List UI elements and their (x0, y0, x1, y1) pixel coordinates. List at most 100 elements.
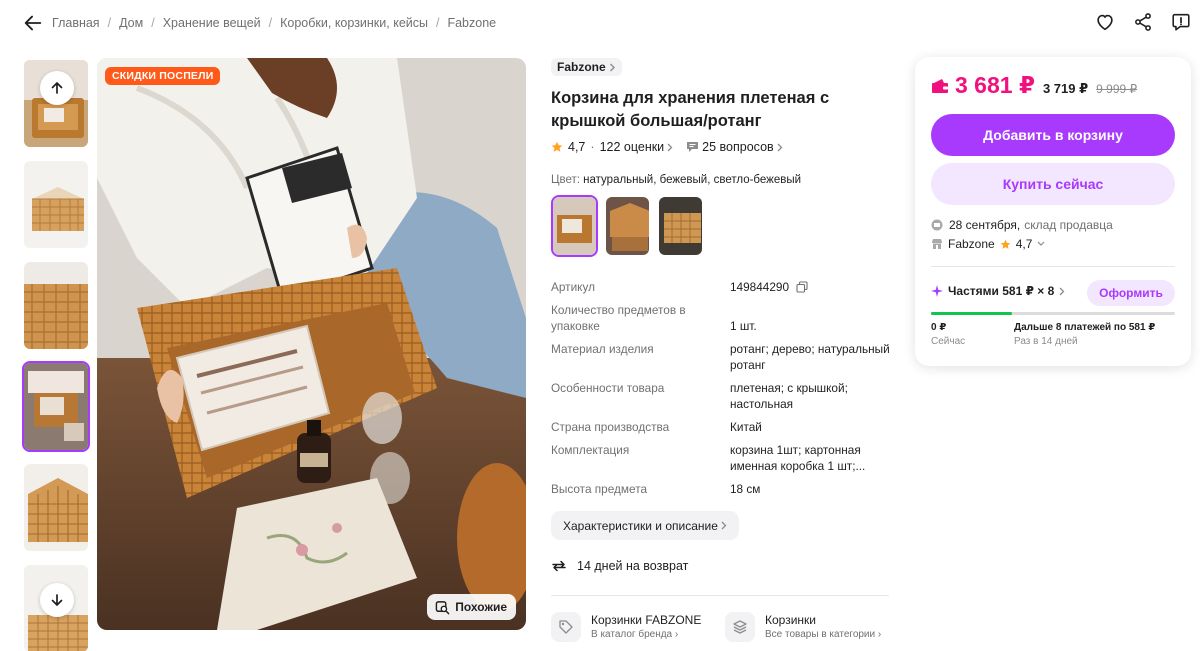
pay-now: 0 ₽ Сейчас (931, 321, 965, 349)
thumbnail-image (24, 161, 88, 248)
delivery-date: 28 сентября, (949, 218, 1021, 232)
spec-name: Количество предметов в упаковке (551, 303, 686, 333)
report-icon[interactable] (1170, 11, 1192, 33)
breadcrumb-storage[interactable]: Хранение вещей (163, 16, 261, 30)
color-swatch-2[interactable] (604, 195, 651, 257)
brand-link[interactable]: Fabzone (551, 58, 622, 76)
breadcrumb-dom[interactable]: Дом (119, 16, 143, 30)
breadcrumb-separator: / (151, 16, 155, 30)
spec-row: Особенности товара плетеная; с крышкой; … (551, 380, 891, 412)
installments-progress-fill (931, 312, 1012, 315)
rating-row: 4,7 · 122 оценки 25 вопросов (551, 140, 891, 154)
thumbnail-5[interactable] (22, 462, 90, 553)
brand-catalog-link[interactable]: Корзинки FABZONE В каталог бренда › (551, 612, 701, 642)
spec-list: Артикул 149844290 Количество предметов в… (551, 279, 891, 504)
rating-separator: · (590, 140, 595, 154)
spec-row: Материал изделия ротанг; дерево; натурал… (551, 341, 891, 373)
spec-name: Высота предмета (551, 482, 648, 496)
color-value: натуральный, бежевый, светло-бежевый (583, 174, 802, 186)
thumbnails-up-button[interactable] (40, 71, 74, 105)
promo-badge: СКИДКИ ПОСПЕЛИ (105, 67, 221, 85)
spec-value: корзина 1шт; картонная именная коробка 1… (730, 443, 866, 473)
spec-value: Китай (730, 420, 762, 434)
return-arrows-icon (552, 560, 566, 572)
buy-box: 3 681 ₽ 3 719 ₽ 9 999 ₽ Добавить в корзи… (915, 57, 1191, 366)
return-policy: 14 дней на возврат (551, 558, 688, 574)
chevron-right-icon (667, 143, 673, 151)
rating-value: 4,7 (568, 140, 586, 154)
warehouse-icon (931, 219, 943, 231)
header-actions (1094, 11, 1192, 33)
brand-catalog-subtitle: В каталог бренда › (591, 629, 679, 640)
questions-link[interactable]: 25 вопросов (686, 140, 783, 154)
star-icon (1000, 239, 1011, 249)
spec-value: плетеная; с крышкой; настольная (730, 381, 848, 411)
chat-bubble-icon (687, 142, 699, 152)
add-to-cart-button[interactable]: Добавить в корзину (931, 114, 1175, 156)
spec-row: Комплектация корзина 1шт; картонная имен… (551, 442, 891, 474)
chevron-right-icon (1059, 287, 1065, 295)
buy-now-button[interactable]: Купить сейчас (931, 163, 1175, 205)
similar-search-icon (435, 600, 450, 614)
arrow-up-icon (51, 82, 63, 94)
thumbnail-2[interactable] (22, 159, 90, 250)
installments-progress (931, 312, 1175, 315)
breadcrumb-home[interactable]: Главная (52, 16, 100, 30)
spec-value: 18 см (730, 482, 761, 496)
seller-link[interactable]: Fabzone 4,7 (931, 237, 1045, 251)
reviews-link[interactable]: 122 оценки (600, 140, 674, 154)
share-icon[interactable] (1132, 11, 1154, 33)
pay-now-amount: 0 ₽ (931, 322, 947, 333)
breadcrumb-separator: / (107, 16, 112, 30)
breadcrumb-boxes[interactable]: Коробки, корзинки, кейсы (280, 16, 428, 30)
spec-row: Высота предмета 18 см (551, 481, 891, 497)
color-swatch-1[interactable] (551, 195, 598, 257)
tag-icon (551, 612, 581, 642)
breadcrumb-separator: / (268, 16, 273, 30)
breadcrumb-brand[interactable]: Fabzone (447, 16, 496, 30)
similar-button[interactable]: Похожие (427, 594, 516, 620)
pay-now-note: Сейчас (931, 336, 966, 347)
divider (931, 266, 1175, 267)
seller-name: Fabzone (948, 237, 995, 251)
thumbnail-image (24, 464, 88, 551)
installments-link[interactable]: Частями 581 ₽ × 8 (931, 284, 1065, 298)
product-info: Fabzone Корзина для хранения плетеная с … (551, 58, 891, 257)
return-text: 14 дней на возврат (577, 559, 689, 573)
thumbnail-3[interactable] (22, 260, 90, 351)
color-swatches (551, 195, 891, 257)
product-photo (97, 58, 526, 630)
swatch-image (606, 197, 649, 255)
arrow-left-icon[interactable] (22, 12, 44, 34)
spec-value: 1 шт. (730, 319, 757, 333)
spec-name: Материал изделия (551, 342, 654, 356)
brand-catalog-title: Корзинки FABZONE (591, 613, 702, 627)
category-link[interactable]: Корзинки Все товары в категории › (725, 612, 881, 642)
chevron-right-icon (777, 143, 783, 151)
brand-name: Fabzone (557, 60, 606, 74)
sparkle-icon (931, 285, 943, 297)
heart-icon[interactable] (1094, 11, 1116, 33)
color-row: Цвет: натуральный, бежевый, светло-бежев… (551, 174, 891, 186)
characteristics-button[interactable]: Характеристики и описание (551, 511, 739, 540)
pay-later-note: Раз в 14 дней (1014, 336, 1078, 347)
color-swatch-3[interactable] (657, 195, 704, 257)
chevron-right-icon (609, 63, 615, 71)
checkout-installments-button[interactable]: Оформить (1087, 280, 1175, 306)
shop-icon (932, 239, 942, 249)
questions-count: 25 вопросов (702, 140, 774, 154)
product-title: Корзина для хранения плетеная с крышкой … (551, 89, 830, 130)
thumbnail-image (24, 262, 88, 349)
top-bar: Главная / Дом / Хранение вещей / Коробки… (0, 0, 1200, 48)
spec-value: ротанг; дерево; натуральный ротанг (730, 342, 890, 372)
price-current: 3 681 ₽ (955, 72, 1035, 98)
price-row: 3 681 ₽ 3 719 ₽ 9 999 ₽ (931, 72, 1137, 99)
copy-icon[interactable] (796, 281, 808, 293)
delivery-info: 28 сентября, склад продавца (931, 218, 1113, 232)
similar-label: Похожие (455, 600, 507, 614)
spec-value: 149844290 (730, 279, 891, 295)
thumbnails-down-button[interactable] (40, 583, 74, 617)
thumbnail-4[interactable] (22, 361, 90, 452)
spec-row: Страна производства Китай (551, 419, 891, 435)
main-product-image[interactable]: СКИДКИ ПОСПЕЛИ Похожие (97, 58, 526, 630)
